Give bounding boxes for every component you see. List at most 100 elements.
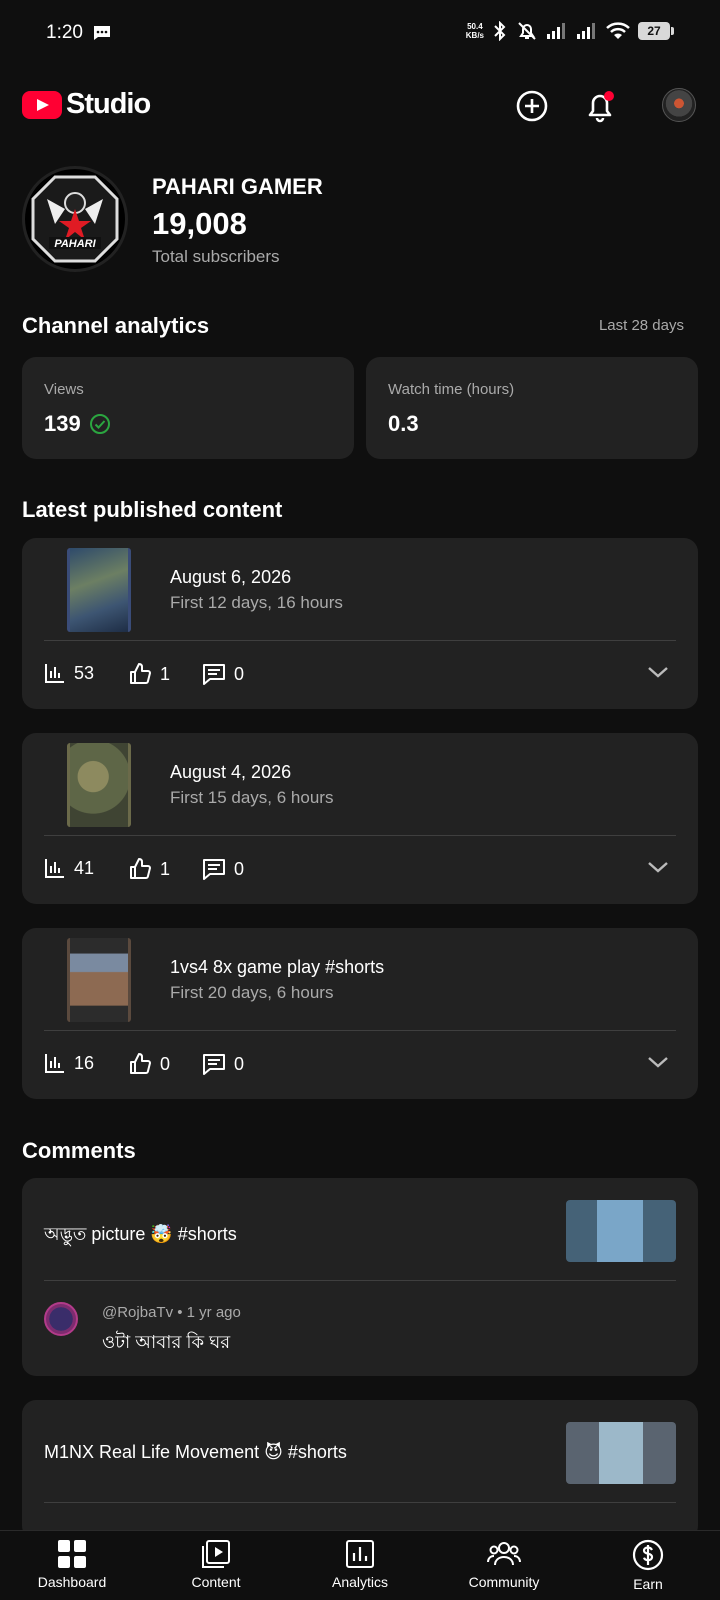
watch-time-value-row: 0.3 <box>388 411 419 437</box>
chevron-down-icon[interactable] <box>646 664 670 680</box>
community-icon <box>487 1542 521 1566</box>
channel-logo-text: PAHARI <box>54 238 96 250</box>
content-title: 1vs4 8x game play #shorts <box>170 957 385 977</box>
signal-icon-2 <box>577 23 595 39</box>
bar-chart-icon <box>45 859 64 878</box>
views-value-row: 139 <box>44 411 111 437</box>
divider <box>44 835 676 836</box>
thumbs-up-icon <box>130 858 151 879</box>
bar-chart-icon <box>45 664 64 683</box>
views-count: 41 <box>74 857 95 878</box>
nav-dashboard[interactable]: Dashboard <box>17 1539 127 1590</box>
analytics-section-title: Channel analytics <box>22 313 210 338</box>
chevron-down-icon[interactable] <box>646 1054 670 1070</box>
likes-metric: 1 <box>128 857 170 881</box>
status-icons: 50.4 KB/s 27 <box>466 20 674 42</box>
status-bar: 1:20 50.4 KB/s 27 <box>0 0 720 70</box>
network-speed-unit: KB/s <box>465 31 484 40</box>
divider <box>44 640 676 641</box>
channel-avatar[interactable]: PAHARI <box>22 166 128 272</box>
account-avatar[interactable] <box>662 88 696 122</box>
content-card[interactable]: 1vs4 8x game play #shorts First 20 days,… <box>22 928 698 1099</box>
nav-community[interactable]: Community <box>449 1539 559 1590</box>
earn-dollar-icon <box>632 1539 664 1571</box>
comment-video-thumbnail[interactable] <box>566 1200 676 1262</box>
nav-label: Content <box>191 1574 241 1590</box>
network-speed-value: 50.4 <box>467 22 483 31</box>
content-subtitle: First 12 days, 16 hours <box>170 593 343 612</box>
check-circle-icon <box>89 414 110 434</box>
notifications-button[interactable] <box>580 86 620 126</box>
battery-level: 27 <box>647 24 661 38</box>
nav-label: Dashboard <box>37 1574 107 1590</box>
nav-label: Analytics <box>331 1574 389 1590</box>
comment-icon <box>203 664 225 685</box>
watch-time-label: Watch time (hours) <box>388 381 515 398</box>
subscriber-label: Total subscribers <box>152 247 280 266</box>
battery-indicator: 27 <box>638 22 674 40</box>
nav-analytics[interactable]: Analytics <box>305 1539 415 1590</box>
thumbs-up-icon <box>130 663 151 684</box>
channel-logo-image: PAHARI <box>31 175 119 263</box>
message-notification-icon <box>94 26 110 40</box>
views-count: 53 <box>74 662 95 683</box>
network-speed: 50.4 KB/s <box>466 22 484 40</box>
bar-chart-icon <box>45 1054 64 1073</box>
nav-label: Earn <box>633 1576 663 1592</box>
video-thumbnail[interactable] <box>67 548 131 632</box>
likes-metric: 0 <box>128 1052 170 1076</box>
comment-text: ওটা আবার কি ঘর <box>102 1332 231 1352</box>
video-thumbnail[interactable] <box>67 938 131 1022</box>
watch-time-card[interactable]: Watch time (hours) 0.3 <box>366 357 698 459</box>
channel-name: PAHARI GAMER <box>152 174 323 199</box>
comments-count: 0 <box>234 858 245 879</box>
content-title: August 4, 2026 <box>170 762 292 782</box>
views-count: 16 <box>74 1052 95 1073</box>
comment-icon <box>203 1054 225 1075</box>
status-time: 1:20 <box>46 22 83 43</box>
nav-earn[interactable]: Earn <box>593 1539 703 1592</box>
subscriber-count: 19,008 <box>152 206 247 241</box>
content-subtitle: First 20 days, 6 hours <box>170 983 334 1002</box>
content-card[interactable]: August 4, 2026 First 15 days, 6 hours 41… <box>22 733 698 904</box>
comment-video-title: অদ্ভুত picture 🤯 #shorts <box>44 1224 237 1244</box>
views-metric: 41 <box>44 857 94 879</box>
content-title: August 6, 2026 <box>170 567 292 587</box>
video-thumbnail[interactable] <box>67 743 131 827</box>
content-card[interactable]: August 6, 2026 First 12 days, 16 hours 5… <box>22 538 698 709</box>
brand-text: Studio <box>66 88 151 120</box>
comment-card[interactable]: অদ্ভুত picture 🤯 #shorts @RojbaTv • 1 yr… <box>22 1178 698 1376</box>
likes-count: 1 <box>160 663 171 684</box>
comments-metric: 0 <box>202 1052 244 1076</box>
comments-metric: 0 <box>202 662 244 686</box>
notifications-icon <box>588 91 614 123</box>
youtube-studio-logo[interactable]: Studio <box>22 88 151 121</box>
chevron-down-icon[interactable] <box>646 859 670 875</box>
likes-metric: 1 <box>128 662 170 686</box>
commenter-avatar[interactable] <box>44 1302 78 1336</box>
comment-card[interactable]: M1NX Real Life Movement 😈 #shorts <box>22 1400 698 1540</box>
bluetooth-icon <box>494 21 506 41</box>
signal-icon-1 <box>547 23 565 39</box>
youtube-play-icon <box>22 90 62 119</box>
analytics-icon <box>346 1540 374 1568</box>
divider <box>44 1502 676 1503</box>
divider <box>44 1030 676 1031</box>
content-subtitle: First 15 days, 6 hours <box>170 788 334 807</box>
silent-bell-icon <box>518 22 536 40</box>
create-icon <box>516 90 548 122</box>
divider <box>44 1280 676 1281</box>
comment-video-thumbnail[interactable] <box>566 1422 676 1484</box>
nav-content[interactable]: Content <box>161 1539 271 1590</box>
wifi-icon <box>606 22 630 39</box>
latest-content-title: Latest published content <box>22 497 283 522</box>
watch-time-value: 0.3 <box>388 411 419 436</box>
bottom-navigation: Dashboard Content Analytics Community Ea… <box>0 1530 720 1600</box>
comments-metric: 0 <box>202 857 244 881</box>
app-bar: Studio <box>0 78 720 134</box>
views-label: Views <box>44 381 84 398</box>
likes-count: 1 <box>160 858 171 879</box>
views-card[interactable]: Views 139 <box>22 357 354 459</box>
create-button[interactable] <box>512 86 552 126</box>
comment-video-title: M1NX Real Life Movement 😈 #shorts <box>44 1442 347 1462</box>
